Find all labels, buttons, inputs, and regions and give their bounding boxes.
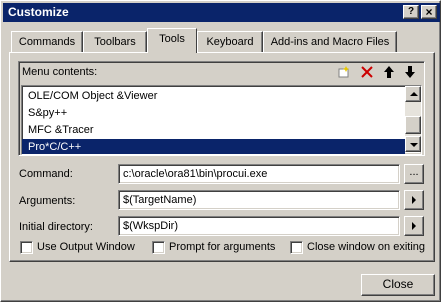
initial-directory-label: Initial directory: [19,221,93,233]
list-item[interactable]: MFC &Tracer [22,122,405,139]
tab-label: Add-ins and Macro Files [270,36,390,48]
tab-toolbars[interactable]: Toolbars [83,31,147,53]
list-item[interactable]: OLE/COM Object &Viewer [22,88,405,105]
tab-label: Tools [159,33,185,45]
command-field[interactable]: c:\oracle\ora81\bin\procui.exe [118,164,400,184]
tab-add-ins[interactable]: Add-ins and Macro Files [263,31,397,53]
close-window-button[interactable]: × [421,5,437,19]
scroll-thumb[interactable] [405,116,421,134]
window-title: Customize [8,5,69,19]
arguments-field[interactable]: $(TargetName) [118,190,400,210]
tab-keyboard[interactable]: Keyboard [197,31,263,53]
list-scrollbar[interactable] [405,86,421,152]
menu-contents-label: Menu contents: [22,66,98,78]
arguments-label: Arguments: [19,195,76,207]
new-item-icon[interactable] [338,66,350,78]
menu-contents-list[interactable]: OLE/COM Object &Viewer S&py++ MFC &Trace… [21,85,422,155]
prompt-for-arguments-label[interactable]: Prompt for arguments [169,241,275,253]
title-bar: Customize ? × [3,3,440,22]
list-item-selected[interactable]: Pro*C/C++ [22,139,405,154]
scroll-up-button[interactable] [405,86,421,102]
close-button[interactable]: Close [361,274,435,296]
tab-label: Commands [18,36,76,48]
arguments-menu-button[interactable] [404,190,424,210]
move-down-icon[interactable] [404,66,416,78]
tab-label: Keyboard [206,36,254,48]
tab-join [148,51,196,54]
prompt-for-arguments-checkbox[interactable] [152,241,165,254]
list-item[interactable]: S&py++ [22,105,405,122]
chevron-down-icon [410,143,418,147]
use-output-window-checkbox[interactable] [20,241,33,254]
tab-tools[interactable]: Tools [147,28,197,53]
menu-contents-group: Menu contents: OLE/COM Object &Viewer S&… [18,61,425,156]
move-up-icon[interactable] [383,66,395,78]
initial-directory-field[interactable]: $(WkspDir) [118,216,400,236]
tab-commands[interactable]: Commands [11,31,83,53]
help-button[interactable]: ? [403,5,419,19]
close-window-on-exiting-checkbox[interactable] [290,241,303,254]
browse-button[interactable]: ... [404,164,424,184]
close-window-on-exiting-label[interactable]: Close window on exiting [307,241,425,253]
command-label: Command: [19,168,73,180]
tab-label: Toolbars [94,36,136,48]
initial-directory-menu-button[interactable] [404,216,424,236]
chevron-up-icon [410,92,418,96]
triangle-right-icon [412,222,416,230]
customize-dialog: Customize ? × Commands Toolbars Tools Ke… [0,0,441,302]
scroll-down-button[interactable] [405,136,421,152]
triangle-right-icon [412,196,416,204]
delete-icon[interactable] [361,66,373,78]
use-output-window-label[interactable]: Use Output Window [37,241,135,253]
